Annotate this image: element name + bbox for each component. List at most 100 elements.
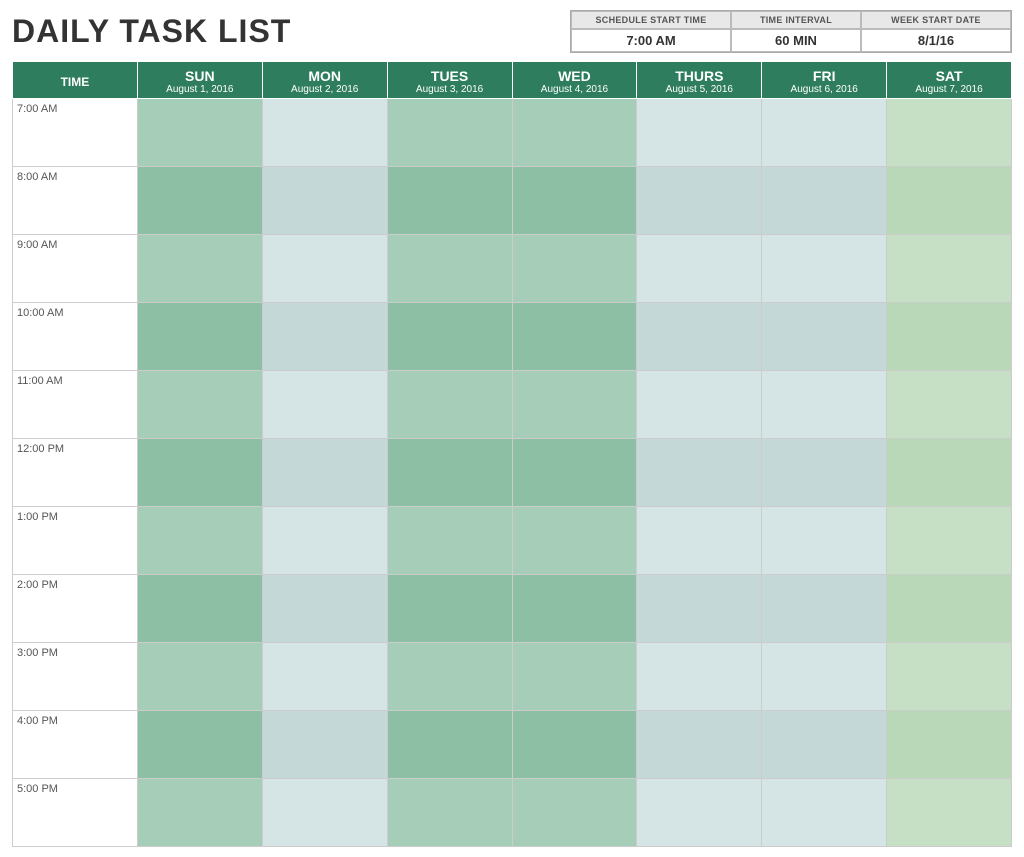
task-cell-wed[interactable] <box>512 167 637 235</box>
task-cell-thu[interactable] <box>637 303 762 371</box>
task-cell-fri[interactable] <box>762 235 887 303</box>
task-cell-mon[interactable] <box>262 575 387 643</box>
table-row: 11:00 AM <box>13 371 1012 439</box>
task-cell-wed[interactable] <box>512 439 637 507</box>
table-row: 10:00 AM <box>13 303 1012 371</box>
task-cell-wed[interactable] <box>512 303 637 371</box>
task-cell-thu[interactable] <box>637 371 762 439</box>
task-cell-mon[interactable] <box>262 167 387 235</box>
task-cell-sun[interactable] <box>137 439 262 507</box>
task-cell-wed[interactable] <box>512 643 637 711</box>
task-cell-mon[interactable] <box>262 779 387 847</box>
task-cell-sun[interactable] <box>137 507 262 575</box>
header-row: TIME SUN August 1, 2016 MON August 2, 20… <box>13 62 1012 99</box>
task-cell-sun[interactable] <box>137 643 262 711</box>
task-cell-thu[interactable] <box>637 439 762 507</box>
task-cell-mon[interactable] <box>262 439 387 507</box>
task-cell-fri[interactable] <box>762 575 887 643</box>
info-box: SCHEDULE START TIME TIME INTERVAL WEEK S… <box>570 10 1012 53</box>
col-header-fri: FRI August 6, 2016 <box>762 62 887 99</box>
task-cell-tue[interactable] <box>387 303 512 371</box>
schedule-start-label: SCHEDULE START TIME <box>571 11 731 29</box>
col-header-wed: WED August 4, 2016 <box>512 62 637 99</box>
task-cell-sat[interactable] <box>887 711 1012 779</box>
task-cell-tue[interactable] <box>387 167 512 235</box>
task-cell-fri[interactable] <box>762 167 887 235</box>
time-cell: 2:00 PM <box>13 575 138 643</box>
table-row: 4:00 PM <box>13 711 1012 779</box>
task-cell-thu[interactable] <box>637 575 762 643</box>
task-cell-thu[interactable] <box>637 167 762 235</box>
task-cell-sun[interactable] <box>137 99 262 167</box>
task-cell-sat[interactable] <box>887 507 1012 575</box>
task-cell-sat[interactable] <box>887 439 1012 507</box>
task-cell-tue[interactable] <box>387 439 512 507</box>
task-cell-sat[interactable] <box>887 371 1012 439</box>
table-row: 12:00 PM <box>13 439 1012 507</box>
table-row: 5:00 PM <box>13 779 1012 847</box>
task-cell-thu[interactable] <box>637 235 762 303</box>
col-header-sat: SAT August 7, 2016 <box>887 62 1012 99</box>
task-cell-tue[interactable] <box>387 371 512 439</box>
page-title: DAILY TASK LIST <box>12 10 291 49</box>
task-cell-mon[interactable] <box>262 507 387 575</box>
task-cell-fri[interactable] <box>762 99 887 167</box>
col-header-tue: TUES August 3, 2016 <box>387 62 512 99</box>
time-cell: 10:00 AM <box>13 303 138 371</box>
task-cell-sat[interactable] <box>887 167 1012 235</box>
task-cell-sat[interactable] <box>887 303 1012 371</box>
task-cell-tue[interactable] <box>387 575 512 643</box>
task-cell-wed[interactable] <box>512 575 637 643</box>
task-cell-mon[interactable] <box>262 371 387 439</box>
task-cell-fri[interactable] <box>762 439 887 507</box>
task-cell-sat[interactable] <box>887 779 1012 847</box>
time-cell: 7:00 AM <box>13 99 138 167</box>
task-cell-fri[interactable] <box>762 643 887 711</box>
task-cell-fri[interactable] <box>762 303 887 371</box>
task-cell-mon[interactable] <box>262 99 387 167</box>
task-cell-thu[interactable] <box>637 507 762 575</box>
task-cell-sat[interactable] <box>887 575 1012 643</box>
task-cell-sat[interactable] <box>887 235 1012 303</box>
task-cell-wed[interactable] <box>512 371 637 439</box>
task-cell-thu[interactable] <box>637 99 762 167</box>
task-cell-sun[interactable] <box>137 779 262 847</box>
task-cell-tue[interactable] <box>387 779 512 847</box>
task-cell-fri[interactable] <box>762 507 887 575</box>
time-cell: 4:00 PM <box>13 711 138 779</box>
task-cell-tue[interactable] <box>387 235 512 303</box>
task-cell-sat[interactable] <box>887 99 1012 167</box>
task-cell-sun[interactable] <box>137 235 262 303</box>
task-cell-thu[interactable] <box>637 779 762 847</box>
task-cell-mon[interactable] <box>262 711 387 779</box>
task-cell-fri[interactable] <box>762 779 887 847</box>
task-cell-sun[interactable] <box>137 371 262 439</box>
time-interval-label: TIME INTERVAL <box>731 11 861 29</box>
task-cell-wed[interactable] <box>512 779 637 847</box>
task-cell-fri[interactable] <box>762 711 887 779</box>
task-cell-tue[interactable] <box>387 643 512 711</box>
task-cell-tue[interactable] <box>387 99 512 167</box>
task-cell-mon[interactable] <box>262 235 387 303</box>
table-row: 3:00 PM <box>13 643 1012 711</box>
week-start-value: 8/1/16 <box>861 29 1011 52</box>
task-cell-fri[interactable] <box>762 371 887 439</box>
time-cell: 9:00 AM <box>13 235 138 303</box>
col-header-mon: MON August 2, 2016 <box>262 62 387 99</box>
task-cell-wed[interactable] <box>512 235 637 303</box>
task-cell-sun[interactable] <box>137 303 262 371</box>
task-cell-mon[interactable] <box>262 303 387 371</box>
task-cell-sun[interactable] <box>137 711 262 779</box>
task-cell-sat[interactable] <box>887 643 1012 711</box>
task-cell-thu[interactable] <box>637 643 762 711</box>
task-cell-wed[interactable] <box>512 99 637 167</box>
task-cell-wed[interactable] <box>512 711 637 779</box>
task-cell-thu[interactable] <box>637 711 762 779</box>
task-cell-mon[interactable] <box>262 643 387 711</box>
task-cell-sun[interactable] <box>137 167 262 235</box>
task-cell-wed[interactable] <box>512 507 637 575</box>
task-cell-tue[interactable] <box>387 711 512 779</box>
task-cell-sun[interactable] <box>137 575 262 643</box>
task-cell-tue[interactable] <box>387 507 512 575</box>
col-header-sun: SUN August 1, 2016 <box>137 62 262 99</box>
